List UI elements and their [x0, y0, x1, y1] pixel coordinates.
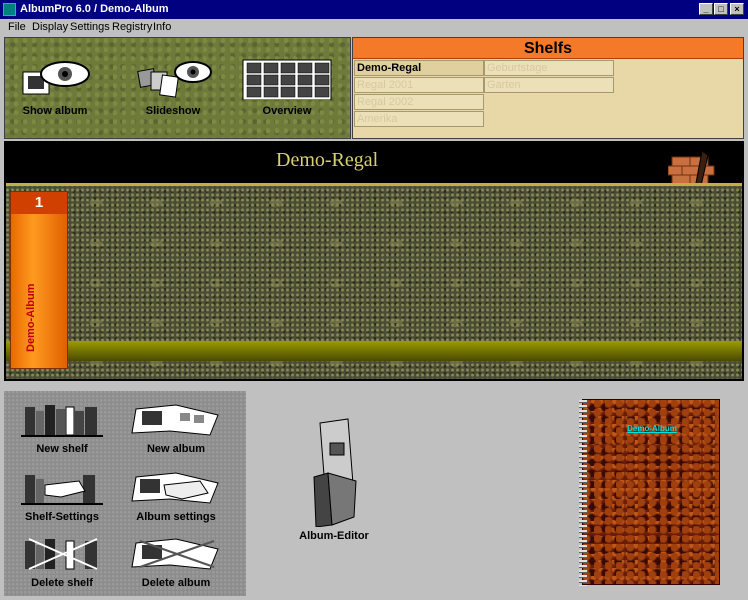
new-album-button[interactable]: New album	[126, 403, 226, 455]
delete-album-button[interactable]: Delete album	[126, 537, 226, 589]
slideshow-tool[interactable]: Slideshow	[133, 58, 213, 117]
shelf-settings-button[interactable]: Shelf-Settings	[12, 471, 112, 523]
menu-info[interactable]: Info	[153, 21, 171, 33]
menu-bar: File Display Settings Registry Info	[0, 19, 748, 36]
shelves-header: Shelfs	[353, 38, 743, 59]
album-settings-button[interactable]: Album settings	[126, 471, 226, 523]
shelf-settings-label: Shelf-Settings	[25, 511, 99, 523]
books-icon	[21, 405, 103, 437]
view-tools-panel: Show album Slideshow Overview	[4, 37, 351, 139]
album-settings-label: Album settings	[136, 511, 216, 523]
album-editor-button[interactable]: Album-Editor	[299, 417, 369, 542]
shelf-top-edge	[6, 183, 742, 186]
action-area: New shelf New album Shelf-Settings Album…	[4, 387, 744, 597]
actions-panel: New shelf New album Shelf-Settings Album…	[4, 391, 246, 596]
minimize-button[interactable]: _	[699, 3, 713, 15]
shelf-item-geburtstage[interactable]: Geburtstage	[484, 60, 614, 76]
shelf-title: Demo-Regal	[276, 149, 379, 171]
shelf-item-regal-2001[interactable]: Regal 2001	[354, 77, 484, 93]
new-shelf-button[interactable]: New shelf	[12, 403, 112, 455]
slideshow-label: Slideshow	[145, 105, 201, 117]
app-icon[interactable]	[3, 3, 16, 16]
window-title: AlbumPro 6.0 / Demo-Album	[20, 3, 169, 15]
title-bar: AlbumPro 6.0 / Demo-Album _ □ ×	[0, 0, 748, 19]
eye-album-icon	[22, 61, 90, 95]
shelf-item-regal-2002[interactable]: Regal 2002	[354, 94, 484, 110]
new-shelf-label: New shelf	[36, 443, 88, 455]
album-crossed-icon	[131, 538, 219, 570]
shelf-title-bar: Demo-Regal	[6, 143, 742, 236]
album-book[interactable]: 1 Demo-Album	[10, 191, 68, 369]
slideshow-icon	[137, 61, 212, 98]
overview-tool[interactable]: Overview	[239, 58, 335, 117]
close-button[interactable]: ×	[730, 3, 744, 15]
shelf-item-demo-regal[interactable]: Demo-Regal	[354, 60, 484, 76]
delete-album-label: Delete album	[141, 577, 211, 589]
show-album-label: Show album	[22, 105, 88, 117]
book-number: 1	[11, 192, 67, 214]
delete-shelf-label: Delete shelf	[31, 577, 93, 589]
album-cover-title[interactable]: Demo-Album	[583, 424, 721, 433]
album-cover[interactable]: Demo-Album	[579, 399, 721, 586]
app-window: AlbumPro 6.0 / Demo-Album _ □ × File Dis…	[0, 0, 748, 600]
books-hand-icon	[21, 475, 103, 505]
book-title: Demo-Album	[25, 283, 37, 352]
open-album-icon	[131, 404, 219, 436]
menu-file[interactable]: File	[8, 21, 26, 33]
shelf-item-garten[interactable]: Garten	[484, 77, 614, 93]
shelves-panel: Shelfs Demo-Regal Regal 2001 Regal 2002 …	[352, 37, 744, 139]
books-crossed-icon	[25, 538, 98, 570]
shelf-board	[6, 341, 742, 361]
menu-display[interactable]: Display	[32, 21, 68, 33]
maximize-button[interactable]: □	[714, 3, 728, 15]
overview-label: Overview	[262, 105, 312, 117]
shelf-background	[6, 183, 742, 379]
delete-shelf-button[interactable]: Delete shelf	[12, 537, 112, 589]
show-album-tool[interactable]: Show album	[19, 58, 91, 117]
album-editor-label: Album-Editor	[299, 530, 369, 542]
menu-registry[interactable]: Registry	[112, 21, 152, 33]
shelf-item-amerika[interactable]: Amerika	[354, 111, 484, 127]
overview-grid-icon	[242, 59, 332, 101]
album-hand-icon	[131, 472, 219, 504]
shelf-display: Demo-Regal 1 Demo-Album	[4, 141, 744, 381]
new-album-label: New album	[146, 443, 206, 455]
album-editor-icon	[313, 418, 357, 528]
menu-settings[interactable]: Settings	[70, 21, 110, 33]
